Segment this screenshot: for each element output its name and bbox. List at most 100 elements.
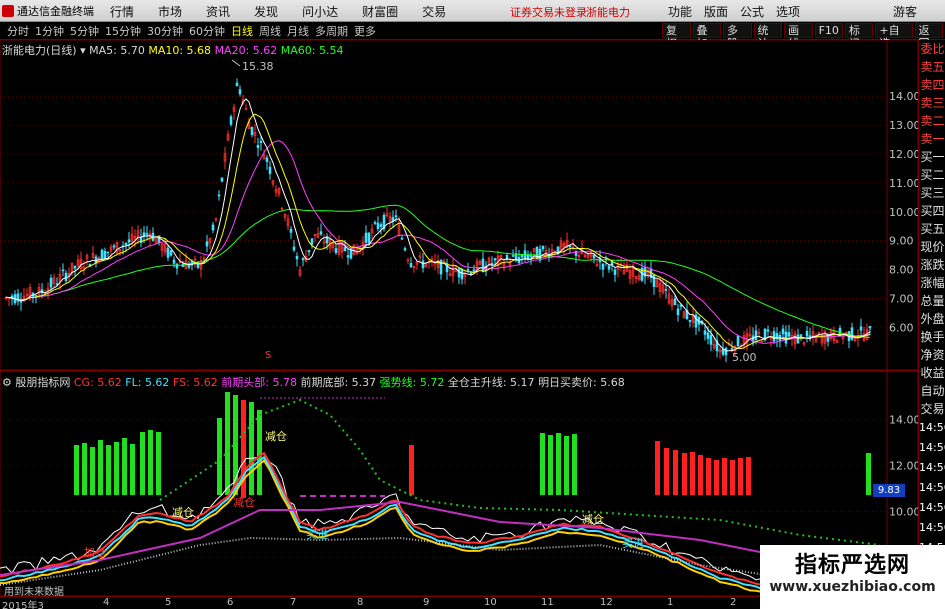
tab-intraday[interactable]: 分时 (4, 23, 32, 39)
menu-item-function[interactable]: 功能 (662, 3, 698, 20)
current-price-tag: 9.83 (873, 484, 905, 497)
candle-body (592, 254, 596, 259)
tab-multi-period[interactable]: 多周期 (312, 23, 351, 39)
candle-body (319, 231, 323, 235)
mark-button[interactable]: 标记 (844, 23, 874, 50)
quote-field-label[interactable]: 收益 (919, 364, 945, 382)
quote-field-label[interactable]: 自动 (919, 382, 945, 400)
settings-icon[interactable]: ⚙ (2, 376, 12, 389)
candle-body (613, 269, 617, 275)
quote-field-label[interactable]: 卖二 (919, 112, 945, 130)
tab-more[interactable]: 更多 (351, 23, 379, 39)
menu-item-options[interactable]: 选项 (770, 3, 806, 20)
indicator-bar (140, 432, 145, 495)
stock-chart-title[interactable]: 浙能电力(日线) (2, 44, 77, 57)
login-warning[interactable]: 证券交易未登录 (510, 4, 587, 20)
candle-body (676, 308, 680, 316)
candle-body (364, 232, 368, 243)
candle-body (394, 215, 398, 218)
quote-field-label[interactable]: 现价 (919, 238, 945, 256)
quote-side-panel: 委比 卖五 卖四 卖三 卖二 卖一 买一 买二 买三 买四 买五 现价 涨跌 涨幅 总量 外盘 换手 净资 收益 自动… (918, 40, 945, 609)
candle-body (343, 247, 347, 252)
x-label: 4 (103, 597, 110, 608)
candle-body (535, 246, 539, 260)
quote-field-label[interactable]: 卖五 (919, 58, 945, 76)
candle-body (460, 269, 464, 280)
add-watchlist-button[interactable]: +自选 (875, 23, 913, 50)
annotation-buy-2: 买进 (622, 537, 644, 550)
trade-time: 14:56 (919, 501, 945, 514)
f10-button[interactable]: F10 (814, 23, 843, 38)
indicator-bar (225, 392, 230, 495)
indicator-bar (217, 418, 222, 495)
tab-5min[interactable]: 5分钟 (67, 23, 102, 39)
x-label: 8 (357, 597, 364, 608)
quote-field-label[interactable]: 卖一 (919, 130, 945, 148)
menu-item-news[interactable]: 资讯 (194, 3, 242, 20)
restore-rights-button[interactable]: 复权 (662, 23, 691, 50)
menu-item-wealth[interactable]: 财富圈 (350, 3, 410, 20)
tab-daily[interactable]: 日线 (228, 23, 256, 39)
menu-item-trade[interactable]: 交易 (410, 3, 458, 20)
quote-field-label[interactable]: 交易 (919, 400, 945, 418)
candle-body (796, 334, 800, 344)
menu-item-quotes[interactable]: 行情 (98, 3, 146, 20)
candle-body (721, 348, 725, 355)
fl-value: FL: 5.62 (125, 376, 170, 389)
quote-field-label[interactable]: 卖四 (919, 76, 945, 94)
ma-settings-icon[interactable]: ▾ (80, 44, 86, 57)
candle-body (439, 259, 443, 275)
indicator-bar (82, 443, 87, 495)
candle-body (238, 89, 242, 95)
quote-field-label[interactable]: 换手 (919, 328, 945, 346)
kline-chart-canvas[interactable]: 14.00 13.00 12.00 11.00 10.00 9.00 8.00 7.00 6.0… (0, 40, 918, 596)
candle-body (166, 247, 170, 258)
candle-body (781, 328, 785, 335)
tab-1min[interactable]: 1分钟 (32, 23, 67, 39)
previous-bottom-value: 前期底部: 5.37 (300, 376, 377, 389)
tab-weekly[interactable]: 周线 (256, 23, 284, 39)
quote-field-label[interactable]: 涨跌 (919, 256, 945, 274)
quote-field-label[interactable]: 委比 (919, 40, 945, 58)
indicator-bar (572, 434, 577, 495)
menu-item-layout[interactable]: 版面 (698, 3, 734, 20)
quote-field-label[interactable]: 买一 (919, 148, 945, 166)
indicator-bar (106, 445, 111, 495)
quote-field-label[interactable]: 买四 (919, 202, 945, 220)
indicator-bar (664, 448, 669, 495)
candle-body (766, 329, 770, 332)
statistics-button[interactable]: 统计 (753, 23, 783, 50)
menu-item-discover[interactable]: 发现 (242, 3, 290, 20)
tab-30min[interactable]: 30分钟 (144, 23, 186, 39)
quote-field-label[interactable]: 净资 (919, 346, 945, 364)
indicator-bar (673, 450, 678, 495)
multi-stock-button[interactable]: 多股 (723, 23, 752, 50)
overlay-button[interactable]: 叠加 (692, 23, 722, 50)
menu-item-market[interactable]: 市场 (146, 3, 194, 20)
menu-item-formula[interactable]: 公式 (734, 3, 770, 20)
x-label: 12 (600, 597, 613, 608)
quote-field-label[interactable]: 买三 (919, 184, 945, 202)
quote-field-label[interactable]: 涨幅 (919, 274, 945, 292)
tab-15min[interactable]: 15分钟 (102, 23, 144, 39)
menu-item-ask[interactable]: 问小达 (290, 3, 350, 20)
quote-field-label[interactable]: 总量 (919, 292, 945, 310)
fs-value: FS: 5.62 (172, 376, 218, 389)
back-button[interactable]: 返回 (914, 23, 944, 50)
y-tick-label: 13.00 (889, 119, 918, 132)
draw-line-button[interactable]: 画线 (784, 23, 813, 50)
tab-60min[interactable]: 60分钟 (186, 23, 228, 39)
tab-monthly[interactable]: 月线 (284, 23, 312, 39)
indicator-bar (730, 460, 735, 495)
indicator-name[interactable]: 殷朋指标网 (15, 376, 70, 389)
candle-body (607, 265, 611, 270)
quote-field-label[interactable]: 外盘 (919, 310, 945, 328)
candle-body (490, 262, 494, 265)
quote-field-label[interactable]: 卖三 (919, 94, 945, 112)
indicator-bar (655, 441, 660, 495)
guest-user[interactable]: 游客 (893, 3, 917, 20)
candle-body (169, 250, 173, 256)
y-tick-label: 11.00 (889, 177, 918, 190)
quote-field-label[interactable]: 买五 (919, 220, 945, 238)
quote-field-label[interactable]: 买二 (919, 166, 945, 184)
